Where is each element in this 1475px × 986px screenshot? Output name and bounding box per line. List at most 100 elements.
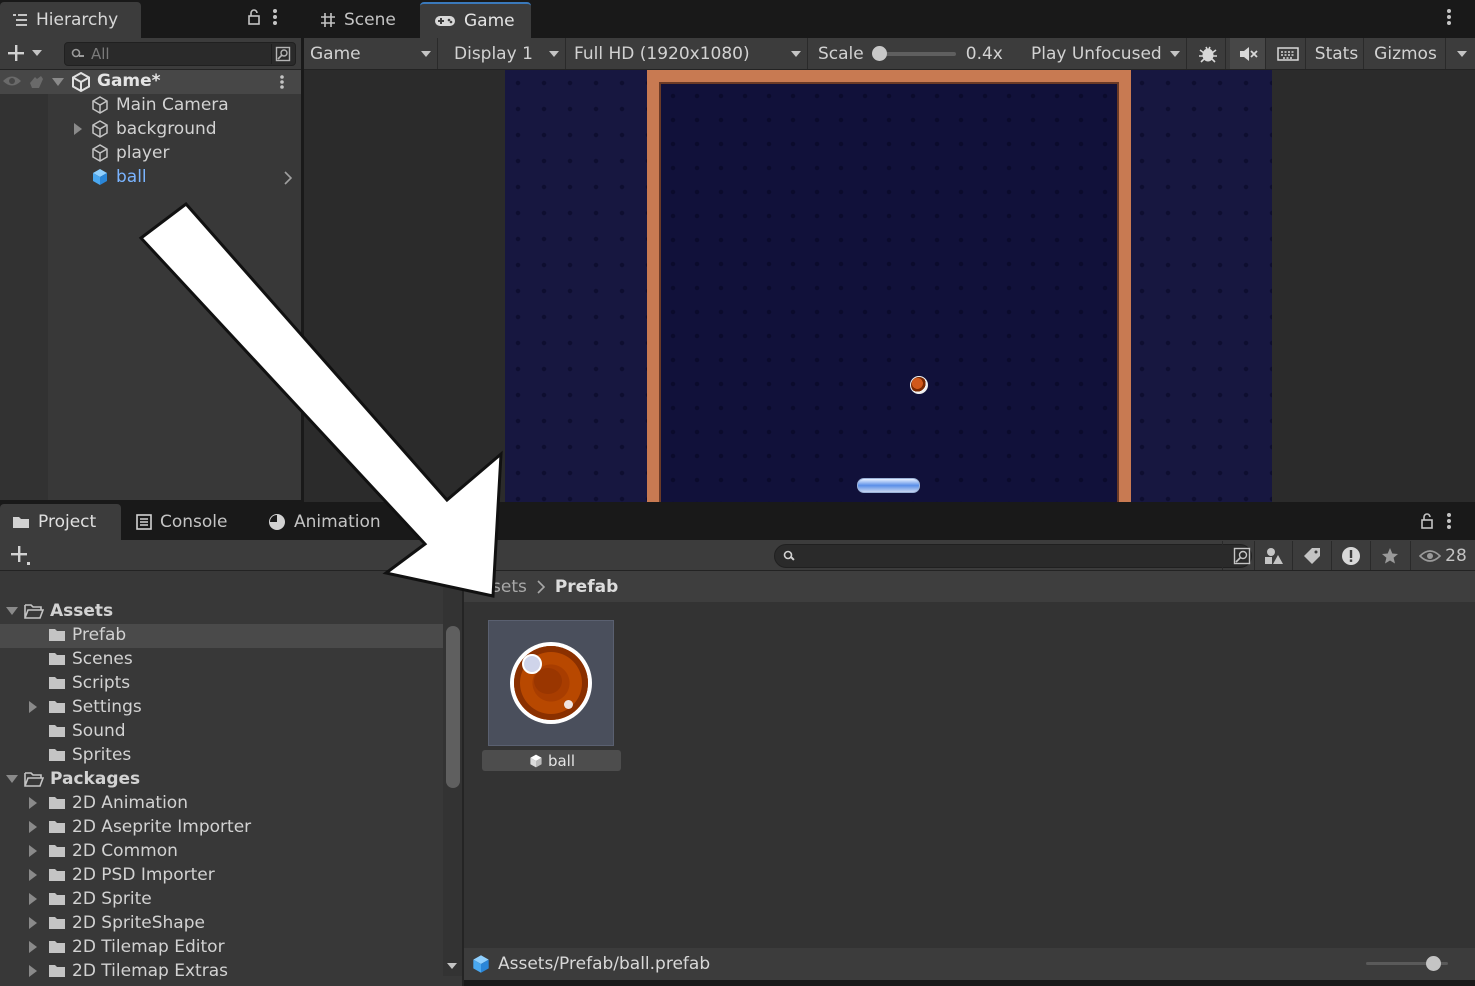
expand-triangle-icon[interactable] (6, 607, 18, 615)
tree-item-package[interactable]: 2D Animation (48, 791, 188, 815)
expand-triangle-icon[interactable] (52, 78, 64, 86)
tree-item-label: Prefab (72, 625, 127, 645)
search-icon (71, 48, 85, 60)
create-asset-button[interactable] (8, 543, 32, 567)
tree-item-label: Assets (50, 601, 114, 621)
tab-game[interactable]: Game (420, 2, 531, 38)
search-scope-icon[interactable] (271, 44, 293, 64)
tab-scene-label: Scene (344, 10, 396, 30)
search-by-log-type-button[interactable] (1331, 541, 1369, 570)
pickability-hand-icon[interactable] (27, 74, 45, 90)
tree-item-sprites[interactable]: Sprites (48, 743, 131, 767)
visibility-eye-icon[interactable] (2, 74, 22, 88)
gizmos-dropdown[interactable] (1448, 38, 1475, 69)
hierarchy-item-player[interactable]: player (90, 141, 169, 165)
tree-item-label: 2D Animation (72, 793, 188, 813)
expand-triangle-icon[interactable] (29, 965, 37, 977)
kebab-menu-icon[interactable] (1446, 7, 1452, 27)
scroll-down-icon[interactable] (447, 963, 457, 969)
tree-item-packages[interactable]: Packages (6, 767, 140, 791)
tab-scene[interactable]: Scene (306, 2, 416, 38)
favorites-button[interactable] (1370, 541, 1408, 570)
expand-triangle-icon[interactable] (29, 869, 37, 881)
tree-item-package[interactable]: 2D PSD Importer (48, 863, 215, 887)
expand-triangle-icon[interactable] (29, 917, 37, 929)
frame-debugger-button[interactable] (1190, 38, 1226, 69)
gizmos-button[interactable]: Gizmos (1366, 38, 1446, 69)
tree-item-sound[interactable]: Sound (48, 719, 126, 743)
icon-size-slider-thumb[interactable] (1426, 956, 1441, 971)
tree-item-scenes[interactable]: Scenes (48, 647, 133, 671)
tree-item-prefab[interactable]: Prefab (48, 623, 126, 647)
tab-animation-label: Animation (294, 512, 381, 532)
scene-kebab-icon[interactable] (279, 72, 285, 92)
view-select-value: Game (310, 43, 361, 64)
ball-sprite-thumbnail[interactable] (510, 642, 592, 724)
view-select[interactable]: Game (304, 38, 438, 69)
tab-project-label: Project (38, 512, 97, 532)
tree-item-package[interactable]: 2D Common (48, 839, 178, 863)
kebab-menu-icon[interactable] (1446, 511, 1452, 531)
tree-item-package[interactable]: 2D Sprite (48, 887, 152, 911)
tree-scrollbar-thumb[interactable] (446, 626, 460, 788)
chevron-right-icon[interactable] (284, 171, 292, 185)
expand-triangle-icon[interactable] (29, 941, 37, 953)
folder-icon (48, 676, 66, 690)
display-select[interactable]: Display 1 (448, 38, 566, 69)
gameobject-cube-icon (90, 95, 110, 115)
keyboard-shortcuts-button[interactable] (1270, 38, 1306, 69)
scale-value: 0.4x (965, 43, 1003, 64)
scene-row[interactable]: Game* (0, 70, 302, 94)
tree-item-package[interactable]: 2D Tilemap Editor (48, 935, 225, 959)
chevron-down-icon (549, 50, 559, 57)
tab-hierarchy[interactable]: Hierarchy (0, 2, 141, 38)
stats-label: Stats (1314, 43, 1359, 64)
expand-triangle-icon[interactable] (74, 123, 82, 135)
tree-item-package[interactable]: 2D Aseprite Importer (48, 815, 251, 839)
lock-icon[interactable] (1420, 512, 1434, 530)
tree-item-settings[interactable]: Settings (48, 695, 142, 719)
expand-triangle-icon[interactable] (29, 845, 37, 857)
expand-triangle-icon[interactable] (29, 797, 37, 809)
shapes-icon (1264, 547, 1284, 565)
hierarchy-search-input[interactable]: All (64, 42, 296, 66)
search-by-type-button[interactable] (1254, 541, 1292, 570)
tree-item-package[interactable]: 2D SpriteShape (48, 911, 205, 935)
search-by-label-button[interactable] (1292, 541, 1330, 570)
scale-slider-thumb[interactable] (871, 45, 887, 61)
scale-slider[interactable] (871, 45, 956, 61)
tree-item-scripts[interactable]: Scripts (48, 671, 130, 695)
folder-icon (48, 916, 66, 930)
expand-triangle-icon[interactable] (29, 701, 37, 713)
lock-icon[interactable] (247, 8, 261, 26)
add-object-button[interactable] (6, 42, 50, 64)
tree-item-assets[interactable]: Assets (6, 599, 113, 623)
tab-project[interactable]: Project (0, 504, 121, 540)
mute-audio-button[interactable] (1230, 38, 1266, 69)
kebab-menu-icon[interactable] (272, 7, 278, 27)
hierarchy-toolbar: All (0, 38, 302, 70)
tree-item-package[interactable]: 2D Tilemap Extras (48, 959, 228, 983)
chevron-down-icon (1456, 50, 1467, 57)
folder-icon (48, 964, 66, 978)
tab-animation[interactable]: Animation (256, 504, 396, 540)
hidden-packages-toggle[interactable]: 28 (1410, 541, 1475, 570)
breadcrumb-current[interactable]: Prefab (555, 577, 618, 597)
hierarchy-item-ball[interactable]: ball (90, 165, 147, 189)
breadcrumb-parent[interactable]: sets (492, 577, 527, 597)
expand-triangle-icon[interactable] (6, 775, 18, 783)
tab-console[interactable]: Console (124, 504, 248, 540)
hierarchy-item-main-camera[interactable]: Main Camera (90, 93, 229, 117)
play-mode-select[interactable]: Play Unfocused (1025, 38, 1187, 69)
asset-label[interactable]: ball (482, 750, 621, 771)
resolution-select[interactable]: Full HD (1920x1080) (568, 38, 808, 69)
expand-triangle-icon[interactable] (29, 821, 37, 833)
search-placeholder: All (91, 45, 110, 63)
stats-button[interactable]: Stats (1310, 38, 1364, 69)
folder-icon (48, 844, 66, 858)
hierarchy-item-background[interactable]: background (90, 117, 217, 141)
scale-label: Scale (818, 43, 864, 64)
project-search-input[interactable] (774, 544, 1252, 568)
gameobject-cube-icon (90, 119, 110, 139)
expand-triangle-icon[interactable] (29, 893, 37, 905)
